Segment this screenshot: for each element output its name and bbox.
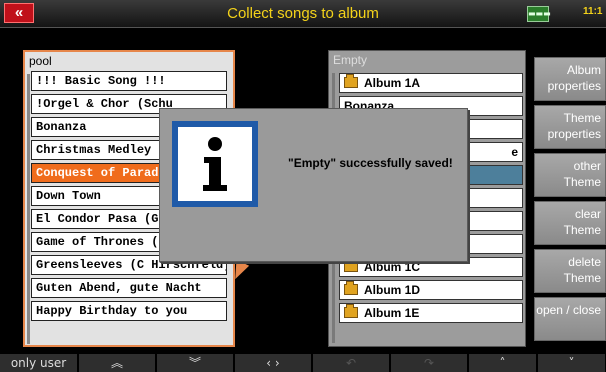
page-title: Collect songs to album [227, 5, 379, 22]
pool-item[interactable]: Guten Abend, gute Nacht [31, 278, 227, 298]
side-button-column: Album properties Theme properties other … [534, 57, 606, 345]
pool-scrollbar[interactable] [27, 74, 30, 344]
double-up-icon[interactable]: ︽ [79, 354, 156, 372]
info-icon [172, 121, 258, 207]
album-properties-button[interactable]: Album properties [534, 57, 606, 101]
folder-icon [344, 281, 358, 295]
pool-item[interactable]: Happy Birthday to you [31, 301, 227, 321]
pool-label: pool [29, 54, 52, 68]
title-bar: « Collect songs to album ▬▬▬ 11:1 [0, 0, 606, 28]
folder-icon [344, 74, 358, 88]
folder-icon [344, 258, 358, 272]
album-label: Empty [333, 53, 368, 67]
dialog-message: "Empty" successfully saved! [288, 156, 453, 170]
pool-item[interactable]: !!! Basic Song !!! [31, 71, 227, 91]
clear-theme-button[interactable]: clear Theme [534, 201, 606, 245]
double-down-icon[interactable]: ︾ [157, 354, 234, 372]
album-item[interactable]: Album 1E [339, 303, 523, 323]
undo-icon[interactable]: ↶ [313, 354, 390, 372]
album-item[interactable]: Album 1D [339, 280, 523, 300]
folder-icon [344, 304, 358, 318]
only-user-button[interactable]: only user [0, 354, 78, 372]
left-right-icon[interactable]: ‹ › [235, 354, 312, 372]
bottom-toolbar: only user ︽ ︾ ‹ › ↶ ↷ ˄ ˅ [0, 354, 606, 372]
open-close-button[interactable]: open / close [534, 297, 606, 341]
album-item[interactable]: Album 1A [339, 73, 523, 93]
other-theme-button[interactable]: other Theme [534, 153, 606, 197]
clock: 11:1 [583, 6, 603, 17]
down-icon[interactable]: ˅ [538, 354, 606, 372]
album-item-label: Album 1C [364, 260, 421, 274]
album-item-label: Album 1E [364, 306, 420, 320]
album-item-label: e [511, 145, 518, 159]
album-item-label: Album 1A [364, 76, 421, 90]
keyboard-status-icon: ▬▬▬ [527, 6, 551, 22]
up-icon[interactable]: ˄ [469, 354, 537, 372]
delete-theme-button[interactable]: delete Theme [534, 249, 606, 293]
redo-icon[interactable]: ↷ [391, 354, 468, 372]
album-item-label: Album 1D [364, 283, 421, 297]
theme-properties-button[interactable]: Theme properties [534, 105, 606, 149]
saved-dialog[interactable]: "Empty" successfully saved! [159, 108, 468, 262]
